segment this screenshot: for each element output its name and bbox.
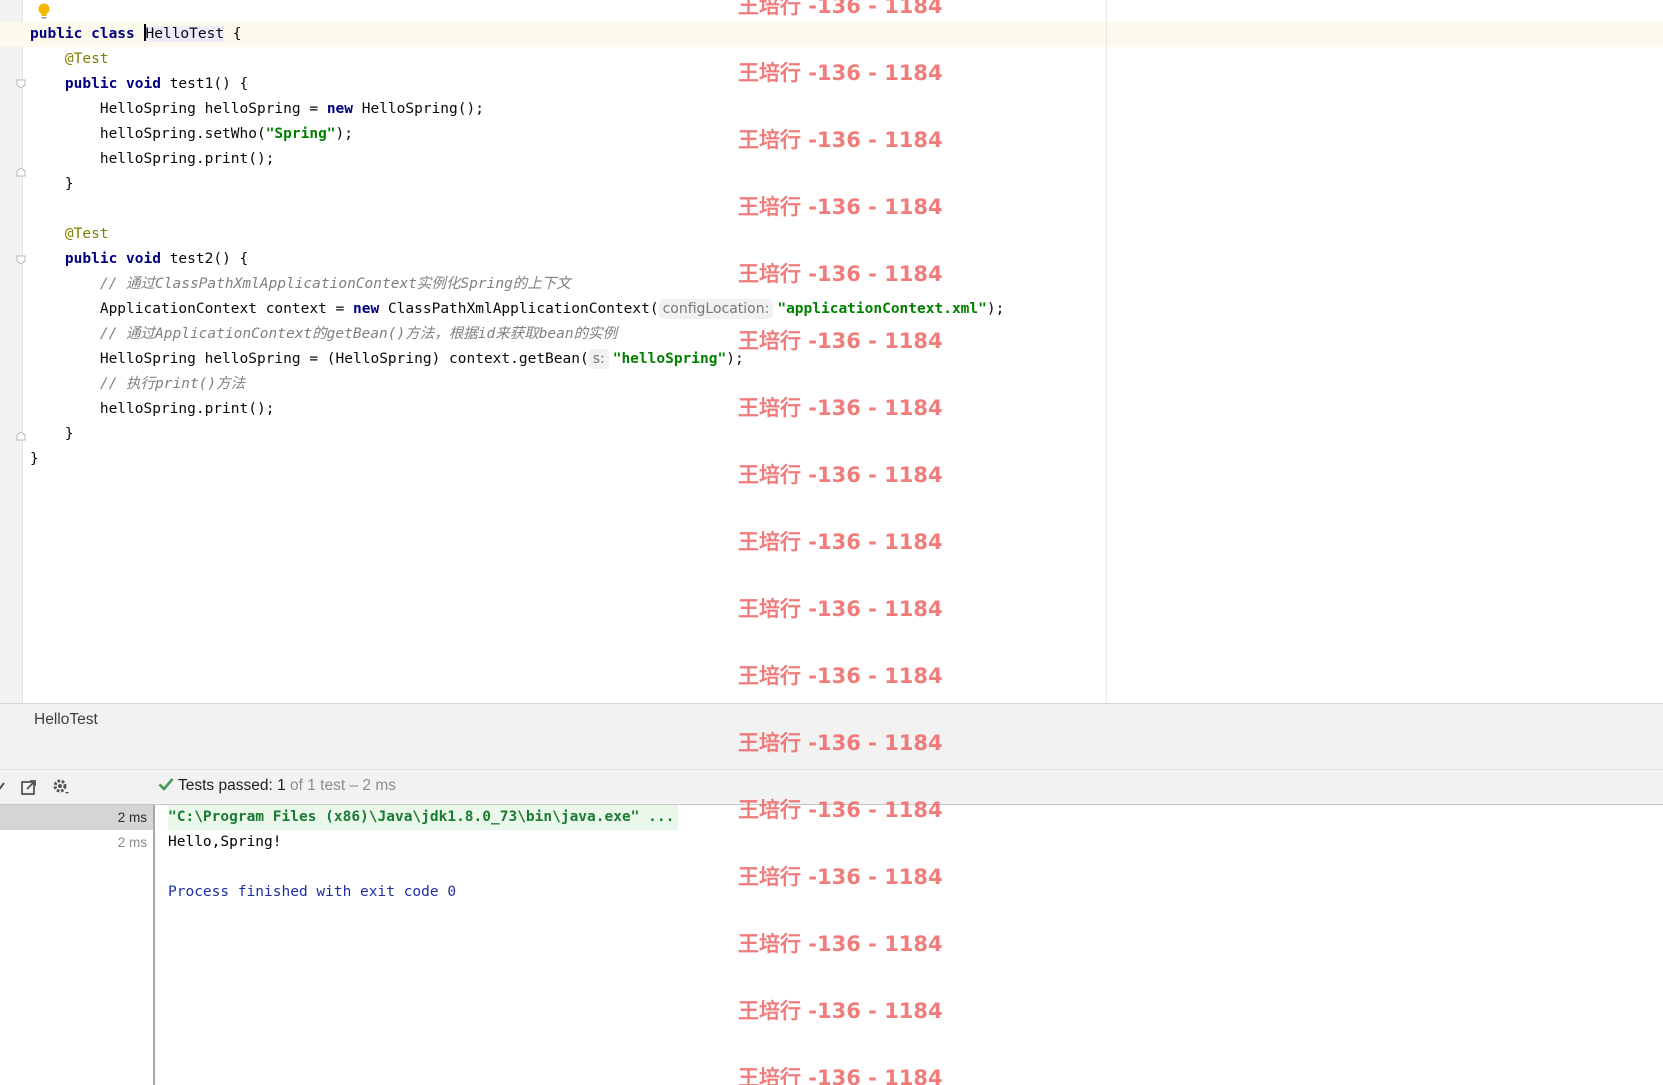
test-tree[interactable]: 2 ms 2 ms	[0, 805, 155, 1085]
export-icon[interactable]	[20, 778, 38, 796]
code-token: HelloTest	[145, 26, 225, 42]
code-line[interactable]: // 执行print()方法	[30, 372, 1004, 397]
tests-passed-count: 1	[277, 777, 286, 794]
code-line[interactable]: HelloSpring helloSpring = new HelloSprin…	[30, 97, 1004, 122]
code-token: new	[353, 301, 388, 317]
tests-status: Tests passed: 1 of 1 test – 2 ms	[158, 777, 396, 795]
code-token: "Spring"	[265, 126, 336, 142]
tests-status-prefix: Tests passed:	[178, 777, 278, 794]
fold-marker-icon[interactable]	[16, 431, 26, 441]
tests-status-suffix: of 1 test – 2 ms	[285, 777, 396, 794]
code-token: helloSpring.print();	[30, 401, 275, 417]
code-token: );	[726, 351, 744, 367]
parameter-hint: configLocation:	[658, 299, 774, 319]
check-icon	[158, 778, 174, 791]
code-token: new	[326, 101, 362, 117]
code-token: ApplicationContext context =	[30, 301, 354, 317]
collapse-icon[interactable]	[0, 778, 12, 796]
code-token: @Test	[30, 51, 109, 67]
gear-icon[interactable]	[52, 778, 70, 796]
code-token: test1() {	[169, 76, 249, 92]
fold-marker-icon[interactable]	[16, 167, 26, 177]
code-line[interactable]: // 通过ClassPathXmlApplicationContext实例化Sp…	[30, 272, 1004, 297]
editor-gutter[interactable]	[0, 0, 23, 703]
code-editor[interactable]: public class HelloTest { @Test public vo…	[0, 0, 1663, 703]
code-token: }	[30, 176, 74, 192]
run-tool-window-header: HelloTest	[0, 703, 1663, 737]
code-token: "applicationContext.xml"	[777, 301, 987, 317]
right-margin-guide	[1106, 0, 1107, 703]
lightbulb-icon[interactable]	[38, 3, 50, 21]
test-tree-row[interactable]: 2 ms	[0, 830, 153, 855]
code-token: "helloSpring"	[612, 351, 727, 367]
code-token: helloSpring.print();	[30, 151, 275, 167]
console-output[interactable]: "C:\Program Files (x86)\Java\jdk1.8.0_73…	[168, 805, 1648, 1085]
code-text[interactable]: public class HelloTest { @Test public vo…	[30, 22, 1004, 472]
code-token: helloSpring.setWho(	[30, 126, 266, 142]
code-line[interactable]: public void test1() {	[30, 72, 1004, 97]
code-token: // 通过ApplicationContext的getBean()方法，根据id…	[30, 326, 618, 342]
code-token: public class	[30, 26, 144, 42]
test-tree-row[interactable]: 2 ms	[0, 805, 153, 830]
code-line[interactable]	[30, 197, 1004, 222]
console-command-line[interactable]: "C:\Program Files (x86)\Java\jdk1.8.0_73…	[168, 805, 679, 830]
code-line[interactable]: HelloSpring helloSpring = (HelloSpring) …	[30, 347, 1004, 372]
code-token: test2() {	[169, 251, 249, 267]
parameter-hint: s:	[588, 349, 609, 369]
code-line[interactable]: @Test	[30, 47, 1004, 72]
code-line[interactable]: public class HelloTest {	[30, 22, 1004, 47]
fold-marker-icon[interactable]	[16, 255, 26, 265]
code-line[interactable]: }	[30, 422, 1004, 447]
code-token: HelloSpring helloSpring = (HelloSpring) …	[30, 351, 589, 367]
code-token: );	[335, 126, 354, 142]
fold-marker-icon[interactable]	[16, 79, 26, 89]
code-line[interactable]: public void test2() {	[30, 247, 1004, 272]
code-line[interactable]: helloSpring.setWho("Spring");	[30, 122, 1004, 147]
code-token: // 通过ClassPathXmlApplicationContext实例化Sp…	[30, 276, 571, 292]
code-token: HelloSpring helloSpring =	[30, 101, 327, 117]
code-token: {	[224, 26, 242, 42]
test-duration: 2 ms	[117, 810, 147, 825]
run-tab-strip	[0, 736, 1663, 770]
code-line[interactable]: helloSpring.print();	[30, 147, 1004, 172]
code-line[interactable]: ApplicationContext context = new ClassPa…	[30, 297, 1004, 322]
run-tab-title[interactable]: HelloTest	[34, 711, 98, 729]
code-line[interactable]: helloSpring.print();	[30, 397, 1004, 422]
code-token: ClassPathXmlApplicationContext(	[387, 301, 659, 317]
code-line[interactable]: // 通过ApplicationContext的getBean()方法，根据id…	[30, 322, 1004, 347]
code-line[interactable]: @Test	[30, 222, 1004, 247]
code-token: public void	[64, 76, 170, 92]
test-duration: 2 ms	[117, 835, 147, 850]
code-token: HelloSpring();	[361, 101, 484, 117]
code-token: }	[30, 451, 39, 467]
code-line[interactable]: }	[30, 172, 1004, 197]
code-line[interactable]: }	[30, 447, 1004, 472]
console-output-line: Hello,Spring!	[168, 834, 282, 850]
code-token: // 执行print()方法	[30, 376, 246, 392]
code-token: @Test	[30, 226, 109, 242]
console-exit-line: Process finished with exit code 0	[168, 884, 457, 900]
code-token: public void	[64, 251, 170, 267]
code-token: );	[986, 301, 1005, 317]
code-token: }	[30, 426, 74, 442]
